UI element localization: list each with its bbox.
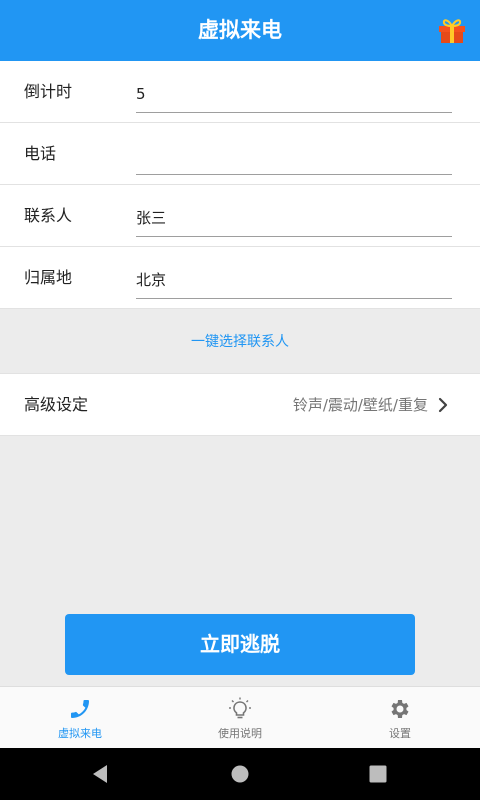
countdown-input[interactable] <box>136 75 452 113</box>
contact-row: 联系人 <box>0 185 480 247</box>
gift-icon[interactable] <box>438 17 466 43</box>
bottom-tab-bar: 虚拟来电 使用说明 设置 <box>0 686 480 748</box>
phone-row: 电话 <box>0 123 480 185</box>
chevron-right-icon <box>438 397 448 413</box>
app-header: 虚拟来电 <box>0 0 480 61</box>
call-form: 倒计时 电话 联系人 归属地 <box>0 61 480 309</box>
phone-input[interactable] <box>136 137 452 175</box>
back-icon[interactable] <box>88 762 112 786</box>
tab-instructions[interactable]: 使用说明 <box>160 687 320 748</box>
pick-contact-link[interactable]: 一键选择联系人 <box>0 311 480 373</box>
tab-fake-call[interactable]: 虚拟来电 <box>0 687 160 748</box>
home-icon[interactable] <box>228 762 252 786</box>
location-input[interactable] <box>136 261 452 299</box>
advanced-settings-row[interactable]: 高级设定 铃声/震动/壁纸/重复 <box>0 373 480 436</box>
phone-icon <box>71 700 89 718</box>
tab-label: 设置 <box>389 727 411 740</box>
contact-input[interactable] <box>136 199 452 237</box>
countdown-row: 倒计时 <box>0 61 480 123</box>
tab-label: 虚拟来电 <box>58 727 102 740</box>
system-nav-bar <box>0 748 480 800</box>
lightbulb-icon <box>229 697 251 719</box>
location-label: 归属地 <box>24 268 73 287</box>
escape-button[interactable]: 立即逃脱 <box>65 614 415 675</box>
countdown-label: 倒计时 <box>24 82 73 101</box>
gear-icon <box>391 700 409 718</box>
contact-label: 联系人 <box>24 206 73 225</box>
recents-icon[interactable] <box>366 762 390 786</box>
tab-settings[interactable]: 设置 <box>320 687 480 748</box>
tab-label: 使用说明 <box>218 727 262 740</box>
advanced-settings-value: 铃声/震动/壁纸/重复 <box>292 396 428 414</box>
location-row: 归属地 <box>0 247 480 309</box>
advanced-settings-label: 高级设定 <box>24 395 89 414</box>
page-title: 虚拟来电 <box>198 18 282 42</box>
phone-label: 电话 <box>24 144 57 163</box>
